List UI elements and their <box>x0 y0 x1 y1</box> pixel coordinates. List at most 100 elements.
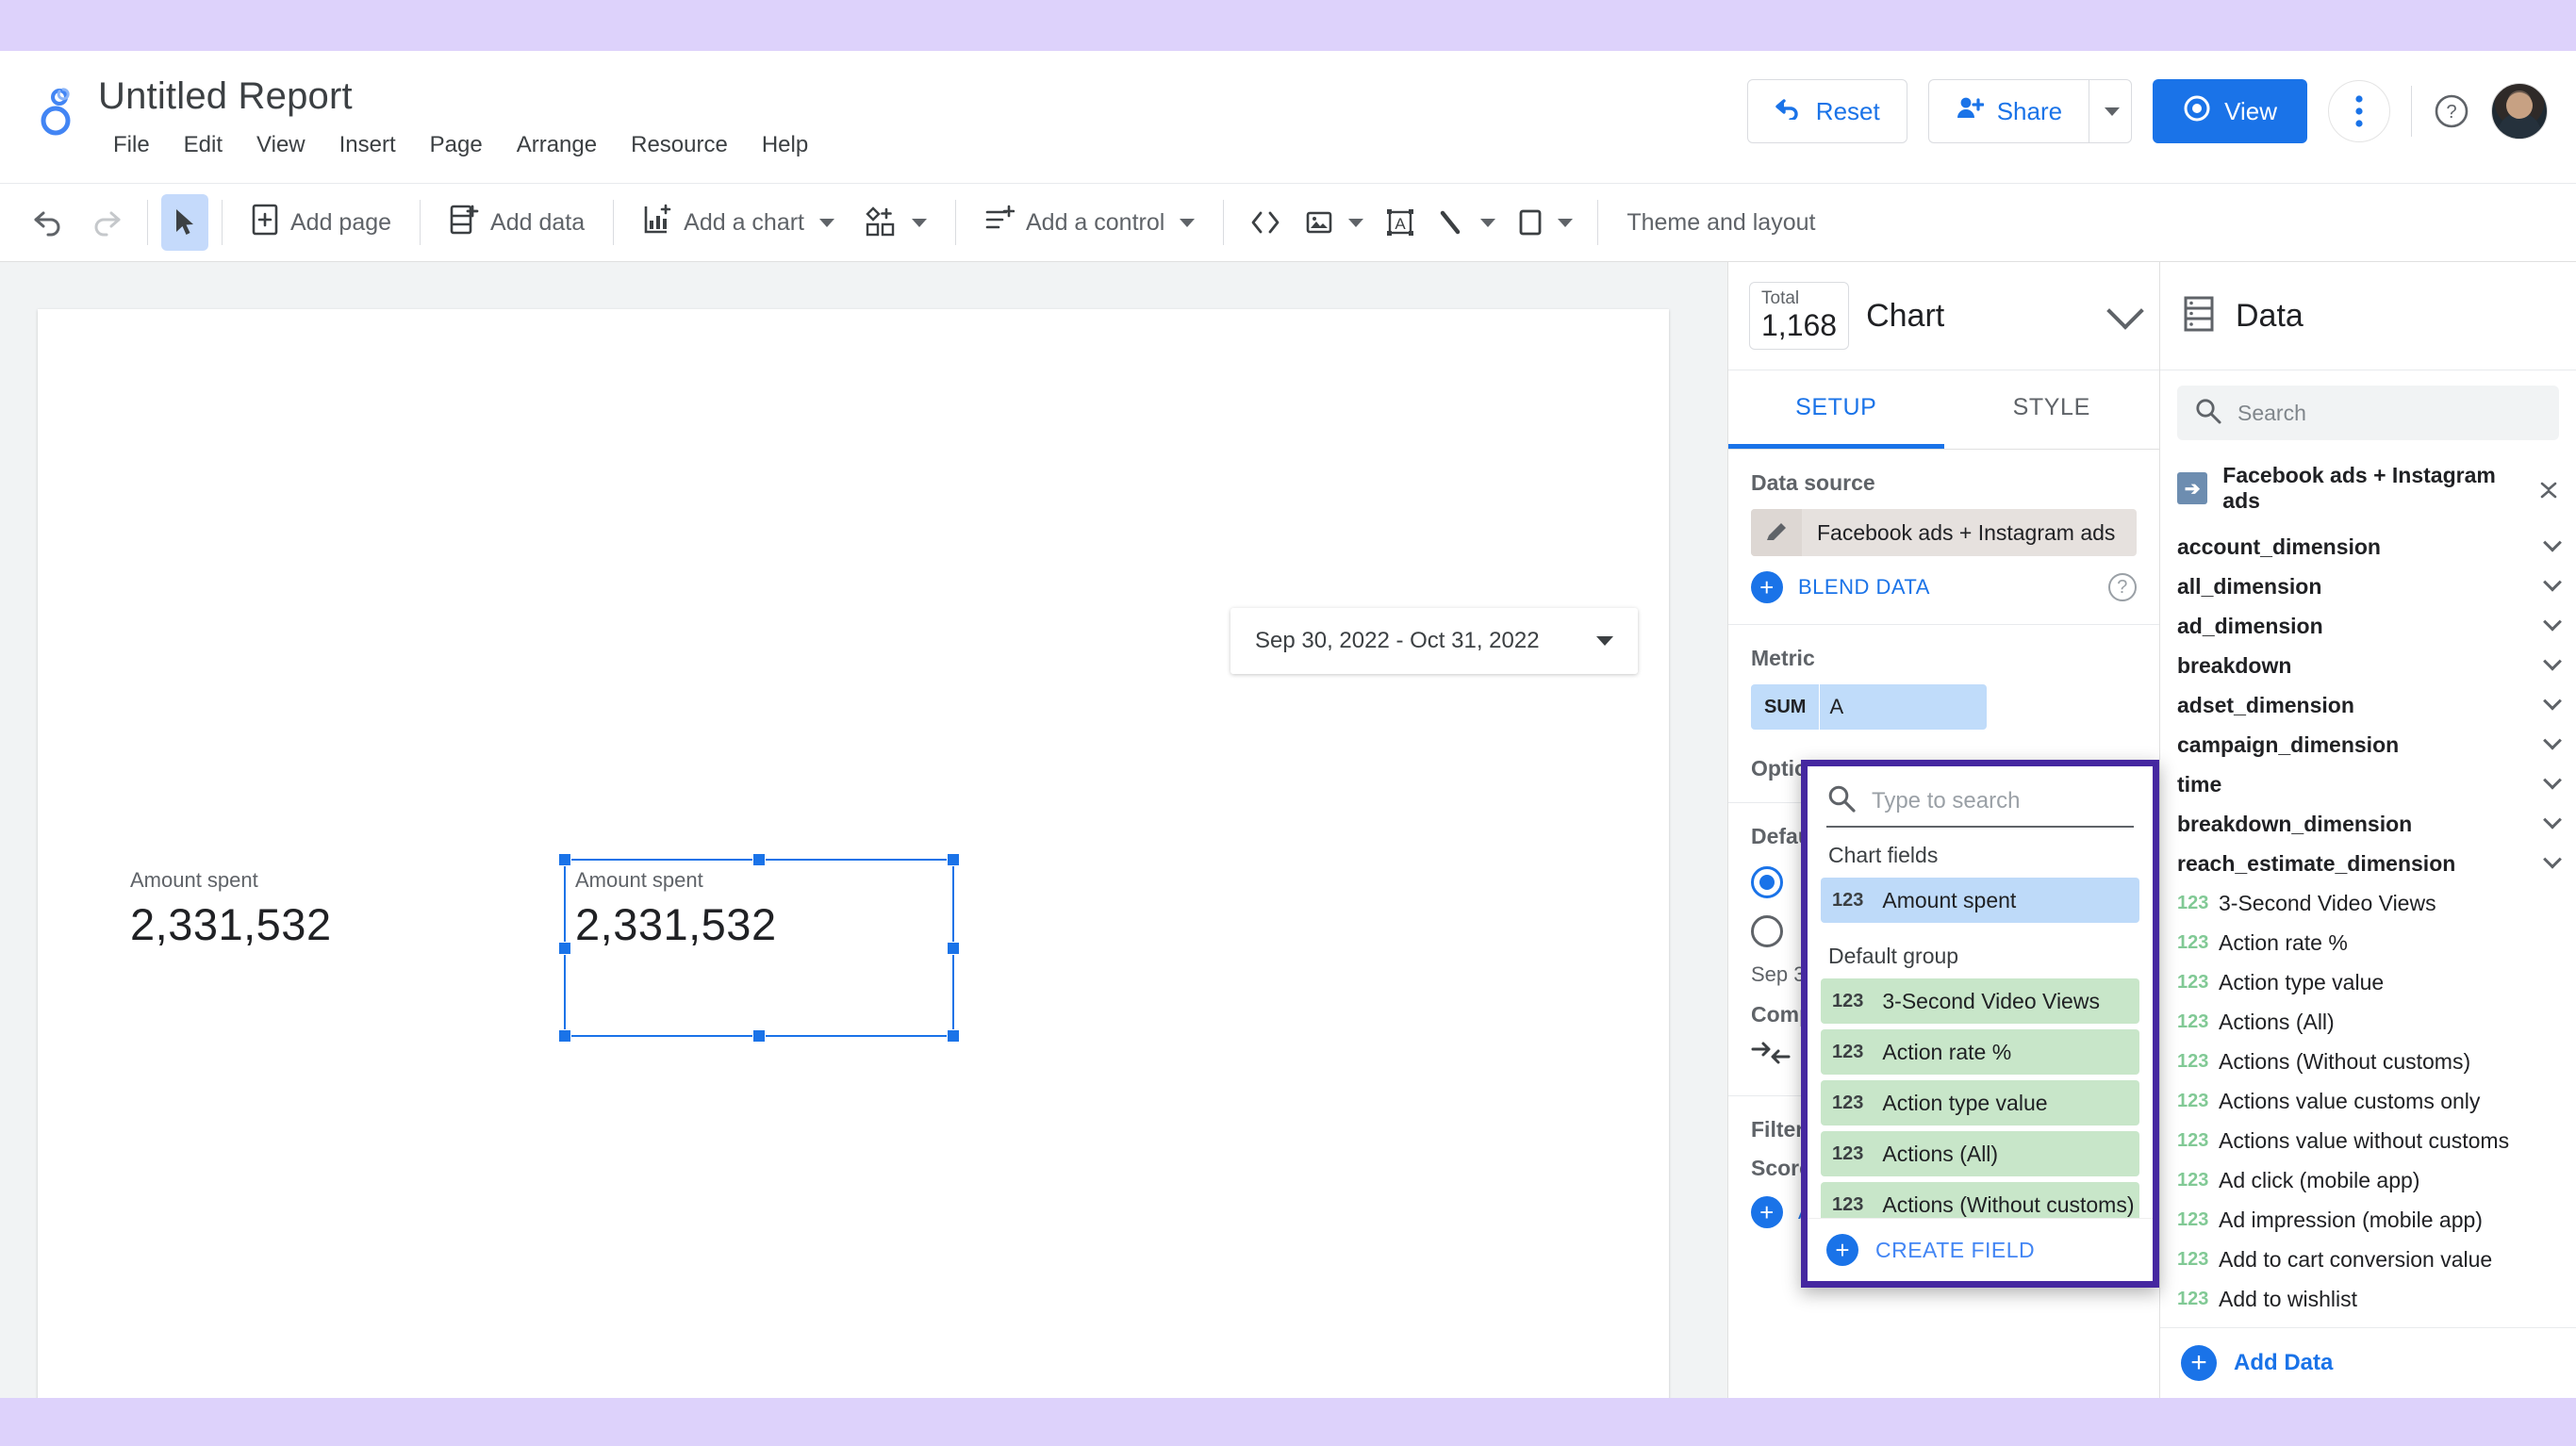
chevron-down-icon[interactable] <box>2543 731 2562 750</box>
data-source-item[interactable]: ➔ Facebook ads + Instagram ads <box>2160 450 2576 527</box>
theme-and-layout-button[interactable]: Theme and layout <box>1611 194 1830 251</box>
metric-row[interactable]: 123 Action rate % <box>2160 923 2576 962</box>
insert-shape-icon[interactable] <box>1507 194 1584 251</box>
chevron-down-icon[interactable] <box>2543 849 2562 869</box>
menu-edit[interactable]: Edit <box>167 128 239 162</box>
field-picker-item[interactable]: 123 Actions (All) <box>1821 1131 2139 1176</box>
field-picker-item[interactable]: 123 Action rate % <box>1821 1029 2139 1075</box>
field-picker-item[interactable]: 123 Action type value <box>1821 1080 2139 1126</box>
metric-row[interactable]: 123 Actions value customs only <box>2160 1081 2576 1121</box>
field-list[interactable]: account_dimension all_dimension ad_dimensi… <box>2160 527 2576 1327</box>
metric-row[interactable]: 123 Add to wishlist <box>2160 1279 2576 1319</box>
field-picker-list[interactable]: Chart fields 123 Amount spent Default group… <box>1808 828 2153 1218</box>
redo-icon[interactable] <box>77 194 134 251</box>
metric-row[interactable]: 123 3-Second Video Views <box>2160 883 2576 923</box>
dimension-row[interactable]: adset_dimension <box>2160 685 2576 725</box>
insert-line-icon[interactable] <box>1426 194 1507 251</box>
dimension-row[interactable]: campaign_dimension <box>2160 725 2576 764</box>
dimension-row[interactable]: account_dimension <box>2160 527 2576 567</box>
resize-handle-top-left[interactable] <box>558 853 571 866</box>
field-picker-dropdown[interactable]: Type to search Chart fields 123 Amount spe… <box>1801 760 2159 1288</box>
add-chart-label: Add a chart <box>684 208 804 236</box>
menu-page[interactable]: Page <box>413 128 500 162</box>
metric-field-name[interactable]: A <box>1819 684 1987 730</box>
undo-icon[interactable] <box>21 194 77 251</box>
metric-chip[interactable]: SUM A <box>1751 684 1987 730</box>
resize-handle-top-right[interactable] <box>947 853 960 866</box>
menu-insert[interactable]: Insert <box>322 128 413 162</box>
chevron-down-icon[interactable] <box>2543 572 2562 592</box>
tab-style[interactable]: STYLE <box>1944 370 2160 449</box>
field-picker-item[interactable]: 123 Amount spent <box>1821 878 2139 923</box>
dimension-row[interactable]: time <box>2160 764 2576 804</box>
insert-text-icon[interactable]: A <box>1375 194 1426 251</box>
community-visualization-icon[interactable] <box>850 194 942 251</box>
cursor-arrow-icon[interactable] <box>161 194 208 251</box>
expand-collapse-icon[interactable] <box>2538 476 2559 501</box>
menu-file[interactable]: File <box>96 128 167 162</box>
report-canvas[interactable]: Sep 30, 2022 - Oct 31, 2022 Amount spent… <box>0 262 1727 1398</box>
dimension-row[interactable]: reach_estimate_dimension <box>2160 844 2576 883</box>
resize-handle-bottom-left[interactable] <box>558 1029 571 1043</box>
view-button[interactable]: View <box>2153 79 2307 143</box>
help-circle-icon[interactable]: ? <box>2433 92 2470 130</box>
metric-row[interactable]: 123 Action type value <box>2160 962 2576 1002</box>
share-dropdown-caret[interactable] <box>2089 79 2133 143</box>
dimension-row[interactable]: ad_dimension <box>2160 606 2576 646</box>
tab-setup[interactable]: SETUP <box>1728 370 1944 449</box>
resize-handle-middle-right[interactable] <box>947 941 960 955</box>
resize-handle-bottom-right[interactable] <box>947 1029 960 1043</box>
chevron-down-icon[interactable] <box>2543 770 2562 790</box>
create-field-button[interactable]: + CREATE FIELD <box>1808 1218 2153 1281</box>
chevron-down-icon[interactable] <box>2543 612 2562 632</box>
dimension-row[interactable]: breakdown_dimension <box>2160 804 2576 844</box>
page-title[interactable]: Untitled Report <box>98 74 825 119</box>
metric-aggregation[interactable]: SUM <box>1751 684 1820 730</box>
add-page-button[interactable]: Add page <box>236 194 406 251</box>
looker-studio-logo-icon[interactable] <box>28 79 87 138</box>
dimension-row[interactable]: all_dimension <box>2160 567 2576 606</box>
menu-resource[interactable]: Resource <box>614 128 745 162</box>
add-chart-button[interactable]: Add a chart <box>627 194 850 251</box>
metric-row[interactable]: 123 Actions value without customs <box>2160 1121 2576 1160</box>
insert-image-icon[interactable] <box>1294 194 1375 251</box>
share-button[interactable]: Share <box>1927 79 2089 143</box>
embed-code-icon[interactable] <box>1237 194 1294 251</box>
pencil-icon[interactable] <box>1751 509 1802 556</box>
blend-data-button[interactable]: + BLEND DATA ? <box>1751 571 2137 603</box>
search-input[interactable]: Search <box>2177 386 2559 440</box>
add-control-button[interactable]: Add a control <box>969 194 1210 251</box>
metric-row[interactable]: 123 Actions (All) <box>2160 1002 2576 1042</box>
metric-row[interactable]: 123 Ad click (mobile app) <box>2160 1160 2576 1200</box>
resize-handle-bottom-center[interactable] <box>752 1029 766 1043</box>
reset-button[interactable]: Reset <box>1746 79 1907 143</box>
chevron-down-icon[interactable] <box>2543 691 2562 711</box>
chevron-down-icon[interactable] <box>2543 810 2562 830</box>
chevron-down-icon[interactable] <box>2543 651 2562 671</box>
resize-handle-top-center[interactable] <box>752 853 766 866</box>
field-picker-item[interactable]: 123 Actions (Without customs) <box>1821 1182 2139 1218</box>
scorecard-1[interactable]: Amount spent 2,331,532 <box>121 861 341 958</box>
metric-row[interactable]: 123 Add to cart conversion value <box>2160 1240 2576 1279</box>
menu-arrange[interactable]: Arrange <box>500 128 614 162</box>
data-source-chip[interactable]: Facebook ads + Instagram ads <box>1751 509 2137 556</box>
scorecard-2-selected[interactable]: Amount spent 2,331,532 <box>558 853 960 1043</box>
menu-view[interactable]: View <box>239 128 322 162</box>
report-page[interactable]: Sep 30, 2022 - Oct 31, 2022 Amount spent… <box>38 309 1669 1398</box>
chevron-down-icon[interactable] <box>2543 533 2562 552</box>
avatar[interactable] <box>2491 83 2548 140</box>
date-range-control[interactable]: Sep 30, 2022 - Oct 31, 2022 <box>1230 608 1638 674</box>
resize-handle-middle-left[interactable] <box>558 941 571 955</box>
more-vert-icon[interactable] <box>2328 80 2390 142</box>
metric-row[interactable]: 123 Ad impression (mobile app) <box>2160 1200 2576 1240</box>
field-picker-search[interactable]: Type to search <box>1808 766 2153 826</box>
field-picker-item[interactable]: 123 3-Second Video Views <box>1821 978 2139 1024</box>
dimension-label: ad_dimension <box>2177 613 2323 638</box>
dimension-row[interactable]: breakdown <box>2160 646 2576 685</box>
help-circle-icon[interactable]: ? <box>2108 573 2137 601</box>
menu-help[interactable]: Help <box>745 128 825 162</box>
add-data-button[interactable]: + Add Data <box>2160 1327 2576 1398</box>
chevron-down-icon[interactable] <box>2106 292 2144 330</box>
metric-row[interactable]: 123 Actions (Without customs) <box>2160 1042 2576 1081</box>
add-data-button[interactable]: Add data <box>434 194 600 251</box>
